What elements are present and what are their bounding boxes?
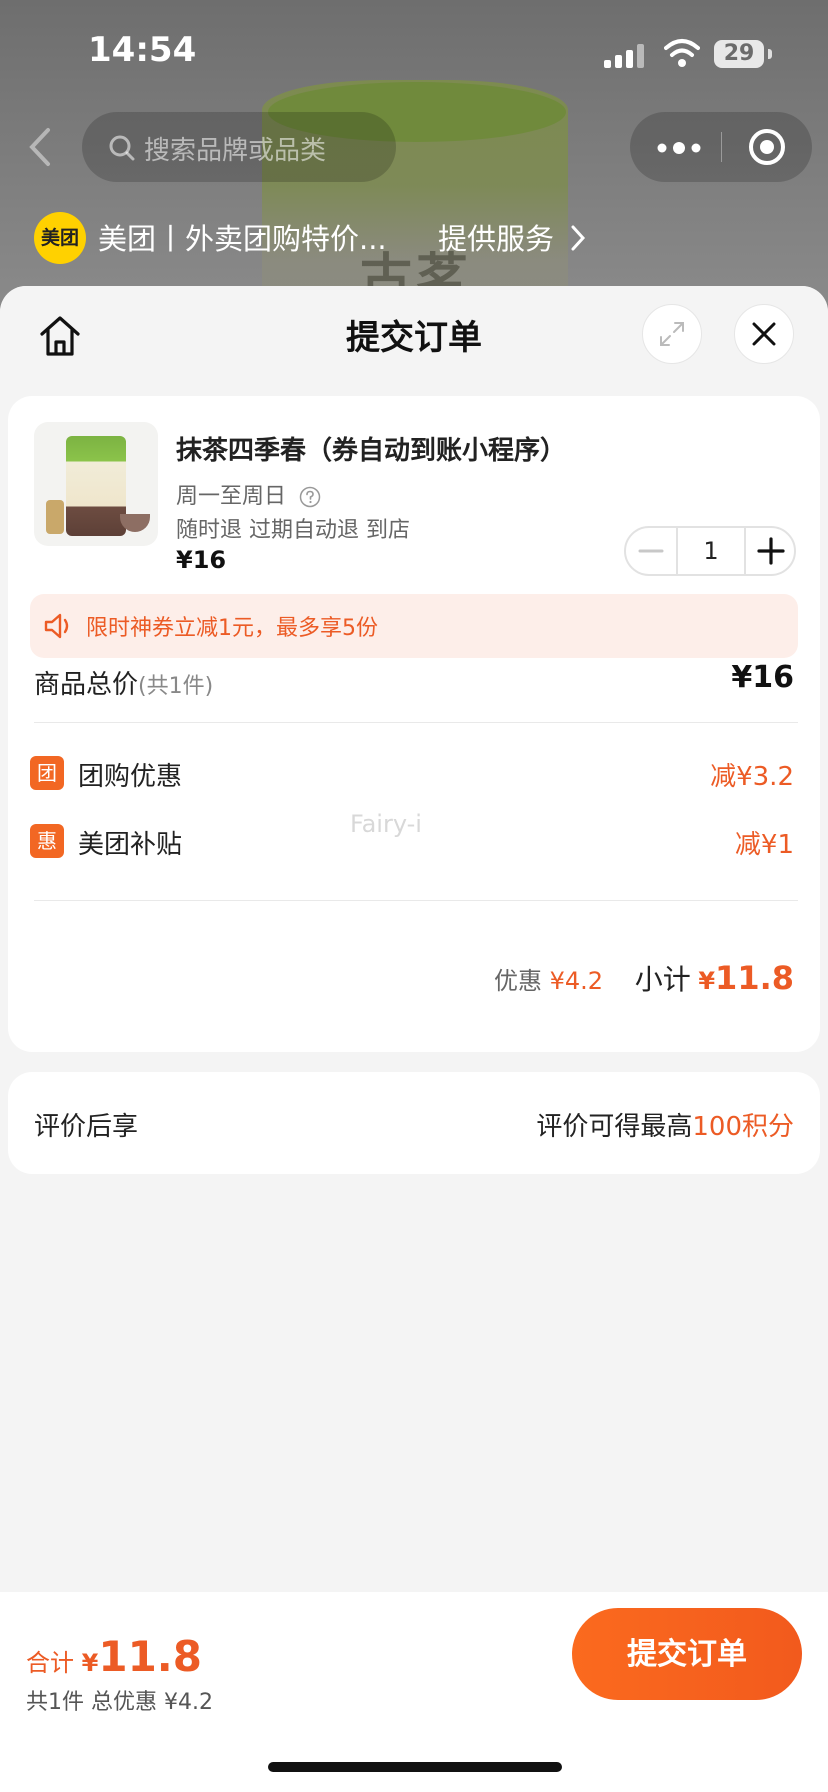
subsidy-value: 减¥1 bbox=[734, 830, 794, 860]
product-name: 抹茶四季春（券自动到账小程序） bbox=[176, 436, 567, 466]
total-amount: 11.8 bbox=[98, 1632, 202, 1681]
divider bbox=[34, 722, 798, 723]
total-label: 合计 bbox=[26, 1649, 74, 1677]
watermark: Fairy-i bbox=[350, 810, 422, 838]
promo-text: 限时神券立减1元，最多享5份 bbox=[86, 616, 378, 641]
minus-icon[interactable] bbox=[626, 528, 676, 574]
discount-value: ¥4.2 bbox=[549, 967, 604, 995]
product-refund-policy: 随时退 过期自动退 到店 bbox=[176, 518, 410, 543]
goods-total-value: ¥16 bbox=[731, 660, 794, 695]
search-input[interactable]: 搜索品牌或品类 bbox=[82, 112, 396, 182]
product-image bbox=[34, 422, 158, 546]
plus-icon[interactable] bbox=[746, 528, 796, 574]
help-icon[interactable] bbox=[299, 486, 321, 508]
subtotal-row: 优惠 ¥4.2 小计 ¥11.8 bbox=[494, 958, 794, 998]
group-buy-badge: 团 bbox=[30, 756, 64, 790]
total-yen: ¥ bbox=[81, 1649, 99, 1677]
brand-title: 美团丨外卖团购特价... bbox=[98, 222, 387, 256]
service-provider-link[interactable]: 提供服务 bbox=[438, 216, 554, 258]
speaker-icon bbox=[44, 613, 69, 639]
signal-icon bbox=[604, 44, 646, 68]
miniprogram-capsule bbox=[630, 112, 812, 182]
wifi-icon bbox=[664, 39, 700, 67]
target-icon[interactable] bbox=[748, 128, 786, 166]
subsidy-badge: 惠 bbox=[30, 824, 64, 858]
capsule-divider bbox=[721, 132, 722, 162]
goods-total-text: 商品总价 bbox=[34, 670, 139, 700]
review-reward-text: 评价可得最高 bbox=[536, 1112, 693, 1142]
product-valid-days: 周一至周日 bbox=[176, 478, 321, 510]
subtotal-value: 11.8 bbox=[715, 959, 794, 997]
search-placeholder: 搜索品牌或品类 bbox=[144, 136, 327, 166]
expand-icon bbox=[660, 322, 684, 346]
order-sheet: 提交订单 抹茶四季春（券自动到账小程序） 周一至周日 随时退 过期自动退 到店 bbox=[0, 286, 828, 1792]
status-time: 14:54 bbox=[88, 30, 197, 70]
goods-total-label: 商品总价(共1件) bbox=[34, 664, 213, 701]
close-button[interactable] bbox=[734, 304, 794, 364]
review-label: 评价后享 bbox=[34, 1112, 139, 1142]
more-dots-icon[interactable] bbox=[656, 142, 702, 154]
submit-order-button[interactable]: 提交订单 bbox=[572, 1608, 802, 1700]
search-icon bbox=[109, 135, 135, 161]
close-icon bbox=[752, 322, 776, 346]
brand-logo: 美团 bbox=[34, 212, 86, 264]
total-price: 合计 ¥11.8 bbox=[26, 1632, 202, 1681]
total-summary: 共1件 总优惠 ¥4.2 bbox=[26, 1690, 213, 1715]
subtotal-label: 小计 bbox=[634, 963, 691, 996]
goods-total-count: (共1件) bbox=[138, 674, 214, 699]
divider bbox=[34, 900, 798, 901]
group-buy-label: 团购优惠 bbox=[78, 762, 183, 792]
subtotal-yen: ¥ bbox=[698, 967, 716, 995]
promo-banner: 限时神券立减1元，最多享5份 bbox=[30, 594, 798, 658]
battery-tip bbox=[768, 49, 772, 59]
chevron-right-icon bbox=[571, 225, 586, 251]
review-reward: 评价可得最高100积分 bbox=[536, 1106, 794, 1143]
home-indicator bbox=[268, 1762, 562, 1772]
product-days-text: 周一至周日 bbox=[176, 484, 287, 509]
review-points: 100积分 bbox=[692, 1112, 794, 1142]
back-icon[interactable] bbox=[22, 122, 56, 172]
group-buy-value: 减¥3.2 bbox=[710, 762, 794, 792]
battery-indicator: 29 bbox=[714, 40, 764, 68]
background-banner: 古茗 14:54 29 搜索品牌或品类 美团 美团丨外卖团购特价... 提供服务 bbox=[0, 0, 828, 320]
sheet-header: 提交订单 bbox=[0, 286, 828, 396]
discount-label: 优惠 bbox=[493, 967, 542, 995]
subsidy-label: 美团补贴 bbox=[78, 830, 183, 860]
expand-button[interactable] bbox=[642, 304, 702, 364]
quantity-value[interactable]: 1 bbox=[676, 528, 746, 574]
page-title: 提交订单 bbox=[346, 318, 482, 358]
product-price: ¥16 bbox=[176, 546, 227, 574]
review-card[interactable]: 评价后享 评价可得最高100积分 bbox=[8, 1072, 820, 1174]
order-card: 抹茶四季春（券自动到账小程序） 周一至周日 随时退 过期自动退 到店 ¥16 1 bbox=[8, 396, 820, 1052]
quantity-stepper: 1 bbox=[624, 526, 796, 576]
